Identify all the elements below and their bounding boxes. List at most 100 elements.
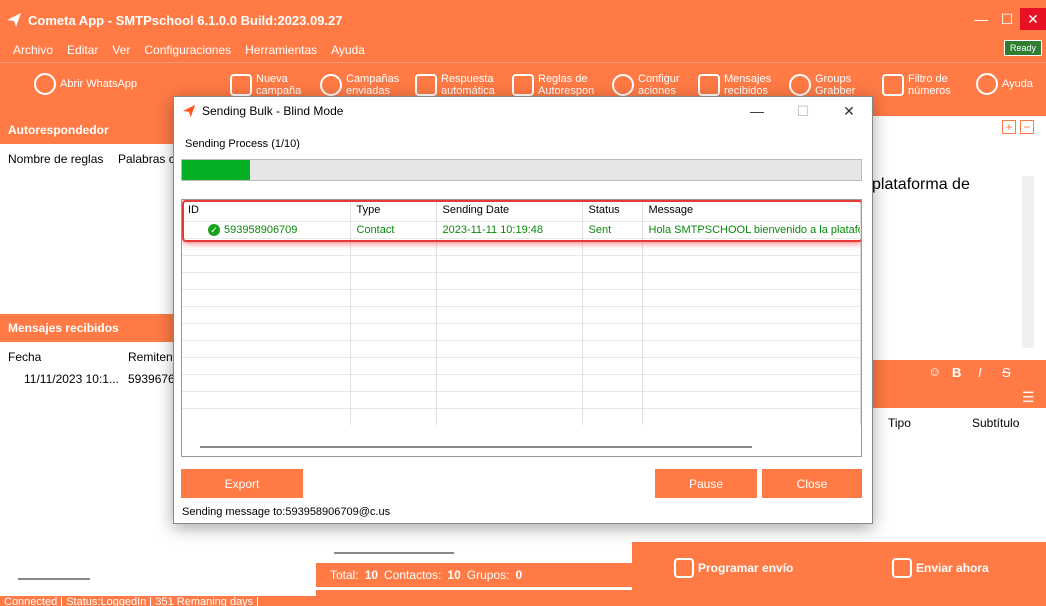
table-row[interactable] [182, 305, 861, 323]
sending-bulk-dialog: Sending Bulk - Blind Mode — ☐ ✕ Sending … [173, 96, 873, 524]
menu-ver[interactable]: Ver [112, 43, 130, 57]
table-row[interactable] [182, 339, 861, 357]
empty-cell [642, 305, 861, 323]
minimize-icon[interactable]: — [968, 8, 994, 30]
open-whatsapp-button[interactable]: Abrir WhatsApp [34, 73, 137, 95]
table-row[interactable] [182, 373, 861, 391]
empty-cell [642, 339, 861, 357]
close-icon[interactable]: ✕ [826, 97, 872, 125]
mid-hscroll[interactable] [334, 552, 454, 554]
empty-cell [436, 288, 583, 306]
empty-cell [642, 390, 861, 408]
table-row[interactable] [182, 288, 861, 306]
groups-value: 0 [515, 568, 523, 582]
table-row[interactable]: ✓ 593958906709 Contact 2023-11-11 10:19:48 S… [182, 220, 861, 238]
status-bar: Connected Status:LoggedIn 351 Remaning day… [0, 596, 1046, 606]
emoji-icon[interactable]: ☺ [928, 364, 941, 379]
autoresponder-rules-button[interactable]: Reglas de Autorespon [512, 73, 594, 97]
minimize-icon[interactable]: — [734, 97, 780, 125]
menu-editar[interactable]: Editar [67, 43, 98, 57]
cell-status: Sent [582, 220, 643, 238]
grid-hscroll[interactable] [200, 446, 752, 448]
empty-cell [582, 407, 643, 425]
cell-date: 2023-11-11 10:19:48 [436, 220, 583, 238]
remove-icon[interactable]: − [1020, 120, 1034, 134]
col-id[interactable]: ID [182, 200, 351, 221]
window-controls: — ☐ ✕ [968, 8, 1046, 30]
total-value: 10 [364, 568, 379, 582]
groups-grabber-label: Groups Grabber [815, 73, 856, 97]
add-icon[interactable]: + [1002, 120, 1016, 134]
groups-grabber-button[interactable]: Groups Grabber [789, 73, 855, 97]
new-campaign-button[interactable]: Nueva campaña [230, 73, 301, 97]
list-item[interactable]: 11/11/2023 10:1... 59396760 [24, 372, 181, 386]
settings-button[interactable]: Configur aciones [612, 73, 680, 97]
maximize-icon[interactable]: ☐ [994, 8, 1020, 30]
cell-message: Hola SMTPSCHOOL bienvenido a la platafor… [642, 220, 861, 238]
row-id: 593958906709 [224, 223, 298, 236]
col-type[interactable]: Type [350, 200, 437, 221]
empty-cell [582, 271, 643, 289]
strike-icon[interactable]: S [1002, 365, 1011, 380]
table-row[interactable] [182, 254, 861, 272]
empty-cell [582, 237, 643, 255]
table-row[interactable] [182, 237, 861, 255]
bold-icon[interactable]: B [952, 365, 961, 380]
table-row[interactable] [182, 322, 861, 340]
menu-ayuda[interactable]: Ayuda [331, 43, 365, 57]
received-date: 11/11/2023 10:1... [24, 372, 119, 386]
table-row[interactable] [182, 356, 861, 374]
empty-cell [436, 339, 583, 357]
close-icon[interactable]: ✕ [1020, 8, 1046, 30]
table-row[interactable] [182, 390, 861, 408]
empty-cell [350, 339, 437, 357]
export-button[interactable]: Export [181, 469, 303, 498]
empty-cell [436, 254, 583, 272]
pause-button[interactable]: Pause [655, 469, 757, 498]
table-row[interactable] [182, 271, 861, 289]
left-hscroll[interactable] [18, 578, 90, 580]
cell-type: Contact [350, 220, 437, 238]
paper-plane-icon [7, 13, 21, 27]
sent-campaigns-label: Campañas enviadas [346, 73, 400, 97]
number-filter-button[interactable]: Filtro de números [882, 73, 954, 97]
help-icon [976, 73, 998, 95]
col-subtitle[interactable]: Subtítulo [972, 416, 1019, 430]
empty-cell [350, 254, 437, 272]
italic-icon[interactable]: I [978, 365, 982, 380]
send-now-button[interactable]: Enviar ahora [892, 558, 989, 578]
message-vscroll[interactable] [1022, 176, 1034, 348]
col-sending-date[interactable]: Sending Date [436, 200, 583, 221]
empty-cell [436, 390, 583, 408]
schedule-send-button[interactable]: Programar envío [674, 558, 793, 578]
col-rule-name[interactable]: Nombre de reglas [8, 152, 118, 166]
col-message[interactable]: Message [642, 200, 861, 221]
menu-configuraciones[interactable]: Configuraciones [144, 43, 231, 57]
menu-icon[interactable]: ☰ [1022, 389, 1035, 406]
table-row[interactable] [182, 407, 861, 425]
gear-icon [612, 74, 634, 96]
close-button[interactable]: Close [762, 469, 862, 498]
sent-campaigns-button[interactable]: Campañas enviadas [320, 73, 400, 97]
received-messages-label: Mensajes recibidos [724, 73, 772, 97]
menu-herramientas[interactable]: Herramientas [245, 43, 317, 57]
empty-cell [436, 407, 583, 425]
progress-fill [182, 160, 250, 180]
empty-cell [436, 322, 583, 340]
empty-cell [582, 305, 643, 323]
received-messages-button[interactable]: Mensajes recibidos [698, 73, 774, 97]
col-type[interactable]: Tipo [888, 416, 911, 430]
col-status[interactable]: Status [582, 200, 643, 221]
contacts-label: Contactos: [384, 568, 442, 582]
auto-reply-button[interactable]: Respuesta automática [415, 73, 496, 97]
contacts-summary: Total: 10 Contactos: 10 Grupos: 0 [316, 563, 632, 587]
menu-archivo[interactable]: Archivo [13, 43, 53, 57]
help-button[interactable]: Ayuda [976, 73, 1033, 95]
contacts-value: 10 [447, 568, 461, 582]
rules-icon [512, 74, 534, 96]
maximize-icon[interactable]: ☐ [780, 97, 826, 125]
message-text[interactable]: plataforma de [872, 176, 970, 194]
col-date[interactable]: Fecha [8, 350, 128, 364]
empty-cell [436, 237, 583, 255]
help-label: Ayuda [1002, 78, 1033, 90]
